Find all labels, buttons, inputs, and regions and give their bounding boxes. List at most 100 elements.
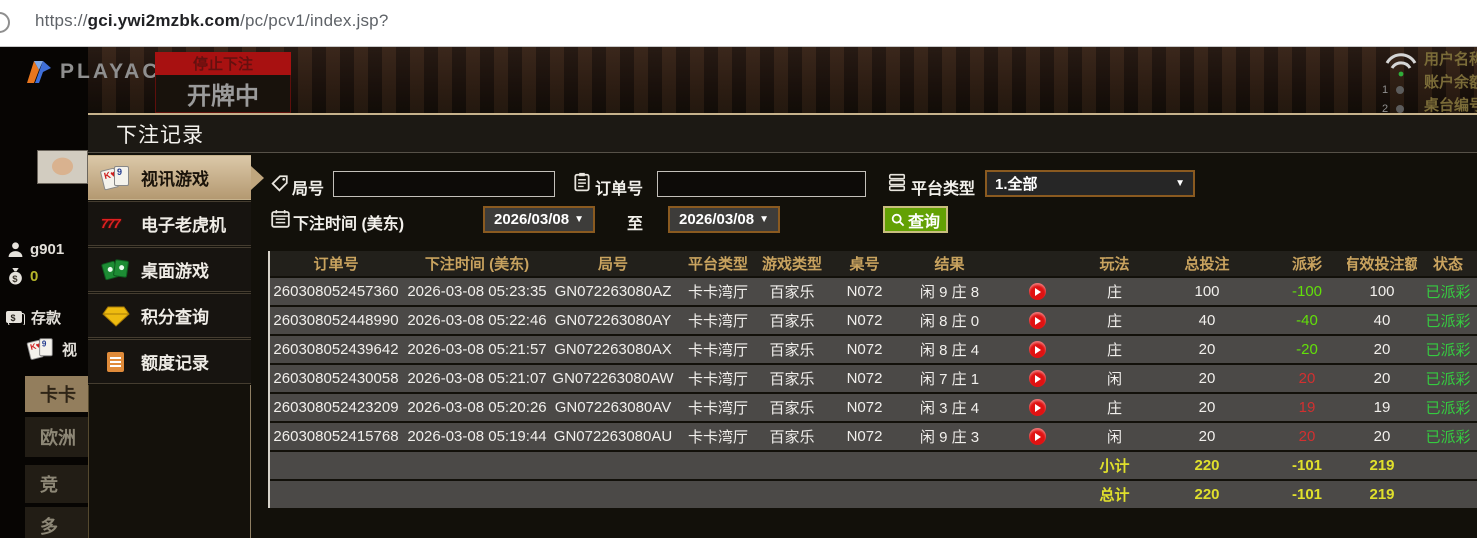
bet-records-modal: 下注记录 K♥9 视讯游戏 777 电子老虎机 <box>88 113 1477 538</box>
calendar-icon <box>271 209 290 228</box>
cell-total-bet: 20 <box>1147 365 1267 392</box>
cell-status: 已派彩 <box>1417 423 1477 450</box>
grand-total-filler <box>270 481 1082 508</box>
sidebar-item-quota-records[interactable]: 额度记录 <box>88 339 251 384</box>
deposit-icon: $ <box>5 310 25 325</box>
date-from-select[interactable]: 2026/03/08 ▼ <box>483 206 595 233</box>
platform-type-icon <box>888 173 906 192</box>
cell-bet-type: 庄 <box>1082 394 1147 421</box>
sidebar-empty-panel <box>88 385 251 538</box>
hall-item-jing[interactable]: 竞 <box>25 465 88 503</box>
table-row: 260308052415768 2026-03-08 05:19:44 GN07… <box>270 423 1477 450</box>
cell-table-no: N072 <box>822 336 907 363</box>
header-table-no: 桌号 <box>822 251 907 276</box>
clipboard-icon <box>573 172 591 192</box>
cell-payout: -20 <box>1267 336 1347 363</box>
subtotal-total-bet: 220 <box>1147 452 1267 479</box>
cell-round-no: GN072263080AX <box>552 336 674 363</box>
playace-logo-icon <box>26 60 52 84</box>
replay-play-icon[interactable] <box>1029 341 1046 358</box>
replay-play-icon[interactable] <box>1029 370 1046 387</box>
cell-valid-bet: 100 <box>1347 278 1417 305</box>
sidebar-item-points-query[interactable]: 积分查询 <box>88 293 251 338</box>
round-no-label: 局号 <box>292 175 324 199</box>
cell-valid-bet: 20 <box>1347 336 1417 363</box>
cell-payout: 19 <box>1267 394 1347 421</box>
cell-round-no: GN072263080AV <box>552 394 674 421</box>
subtotal-filler <box>270 452 1082 479</box>
cell-bet-type: 闲 <box>1082 365 1147 392</box>
wifi-icon <box>1383 53 1419 79</box>
hall-item-europe[interactable]: 欧洲 <box>25 417 88 457</box>
replay-play-icon[interactable] <box>1029 399 1046 416</box>
reload-icon[interactable] <box>0 12 10 33</box>
hall-item-kaka[interactable]: 卡卡 <box>25 376 88 412</box>
deposit-label: 存款 <box>31 307 61 328</box>
document-icon <box>107 352 124 372</box>
balance-row: $ 0 <box>7 267 38 285</box>
svg-text:$: $ <box>11 313 16 323</box>
platform-type-select[interactable]: 1.全部 ▼ <box>985 170 1195 197</box>
cell-status: 已派彩 <box>1417 307 1477 334</box>
sidebar-item-slots[interactable]: 777 电子老虎机 <box>88 201 251 246</box>
query-button[interactable]: 查询 <box>883 206 948 233</box>
video-games-fragment: K♥9 视 <box>26 337 77 361</box>
cell-platform: 卡卡湾厅 <box>674 365 762 392</box>
cell-order-no: 260308052430058 <box>270 365 402 392</box>
date-from-value: 2026/03/08 <box>494 211 569 228</box>
cell-valid-bet: 19 <box>1347 394 1417 421</box>
header-order-no: 订单号 <box>270 251 402 276</box>
to-label: 至 <box>627 210 643 234</box>
round-no-input[interactable] <box>333 171 555 197</box>
cell-valid-bet: 40 <box>1347 307 1417 334</box>
cell-game-type: 百家乐 <box>762 278 822 305</box>
platform-type-value: 1.全部 <box>995 173 1038 194</box>
cell-total-bet: 20 <box>1147 423 1267 450</box>
cell-status: 已派彩 <box>1417 278 1477 305</box>
user-row: g901 <box>7 241 64 258</box>
table-row: 260308052457360 2026-03-08 05:23:35 GN07… <box>270 278 1477 305</box>
hall-item-duo[interactable]: 多 <box>25 507 88 538</box>
chevron-down-icon: ▼ <box>574 214 584 225</box>
cell-status: 已派彩 <box>1417 365 1477 392</box>
cell-payout: 20 <box>1267 423 1347 450</box>
diamond-icon <box>101 305 131 327</box>
cell-replay <box>992 336 1082 363</box>
bet-records-table: 订单号 下注时间 (美东) 局号 平台类型 游戏类型 桌号 结果 玩法 总投注 … <box>268 251 1477 508</box>
table-games-icon <box>101 258 131 282</box>
replay-play-icon[interactable] <box>1029 428 1046 445</box>
modal-sidebar: K♥9 视讯游戏 777 电子老虎机 桌面游戏 <box>88 155 251 538</box>
url-text[interactable]: https://gci.ywi2mzbk.com/pc/pcv1/index.j… <box>35 11 389 31</box>
cell-table-no: N072 <box>822 307 907 334</box>
modal-title-bar: 下注记录 <box>88 115 1477 153</box>
cell-total-bet: 20 <box>1147 336 1267 363</box>
cell-valid-bet: 20 <box>1347 423 1417 450</box>
cell-valid-bet: 20 <box>1347 365 1417 392</box>
avatar <box>37 150 88 184</box>
grand-total-total-bet: 220 <box>1147 481 1267 508</box>
search-icon <box>891 213 905 227</box>
dealing-status-label: 开牌中 <box>155 75 291 113</box>
cell-replay <box>992 365 1082 392</box>
seat-number-1: 1 <box>1382 84 1388 96</box>
screen: https://gci.ywi2mzbk.com/pc/pcv1/index.j… <box>0 0 1477 538</box>
cell-result: 闲 8 庄 4 <box>907 336 992 363</box>
deposit-row[interactable]: $ 存款 <box>5 307 61 328</box>
cell-status: 已派彩 <box>1417 336 1477 363</box>
browser-address-bar: https://gci.ywi2mzbk.com/pc/pcv1/index.j… <box>0 0 1477 47</box>
order-no-input[interactable] <box>657 171 866 197</box>
replay-play-icon[interactable] <box>1029 312 1046 329</box>
replay-play-icon[interactable] <box>1029 283 1046 300</box>
sidebar-item-video-games[interactable]: K♥9 视讯游戏 <box>88 155 251 200</box>
date-to-select[interactable]: 2026/03/08 ▼ <box>668 206 780 233</box>
bet-time-label: 下注时间 (美东) <box>293 210 404 234</box>
cell-game-type: 百家乐 <box>762 307 822 334</box>
chevron-down-icon: ▼ <box>1175 178 1185 189</box>
cell-game-type: 百家乐 <box>762 336 822 363</box>
header-total-bet: 总投注 <box>1147 251 1267 276</box>
header-replay <box>992 251 1082 276</box>
modal-title: 下注记录 <box>116 119 204 149</box>
cell-result: 闲 9 庄 8 <box>907 278 992 305</box>
money-bag-icon: $ <box>7 267 24 285</box>
sidebar-item-table-games[interactable]: 桌面游戏 <box>88 247 251 292</box>
